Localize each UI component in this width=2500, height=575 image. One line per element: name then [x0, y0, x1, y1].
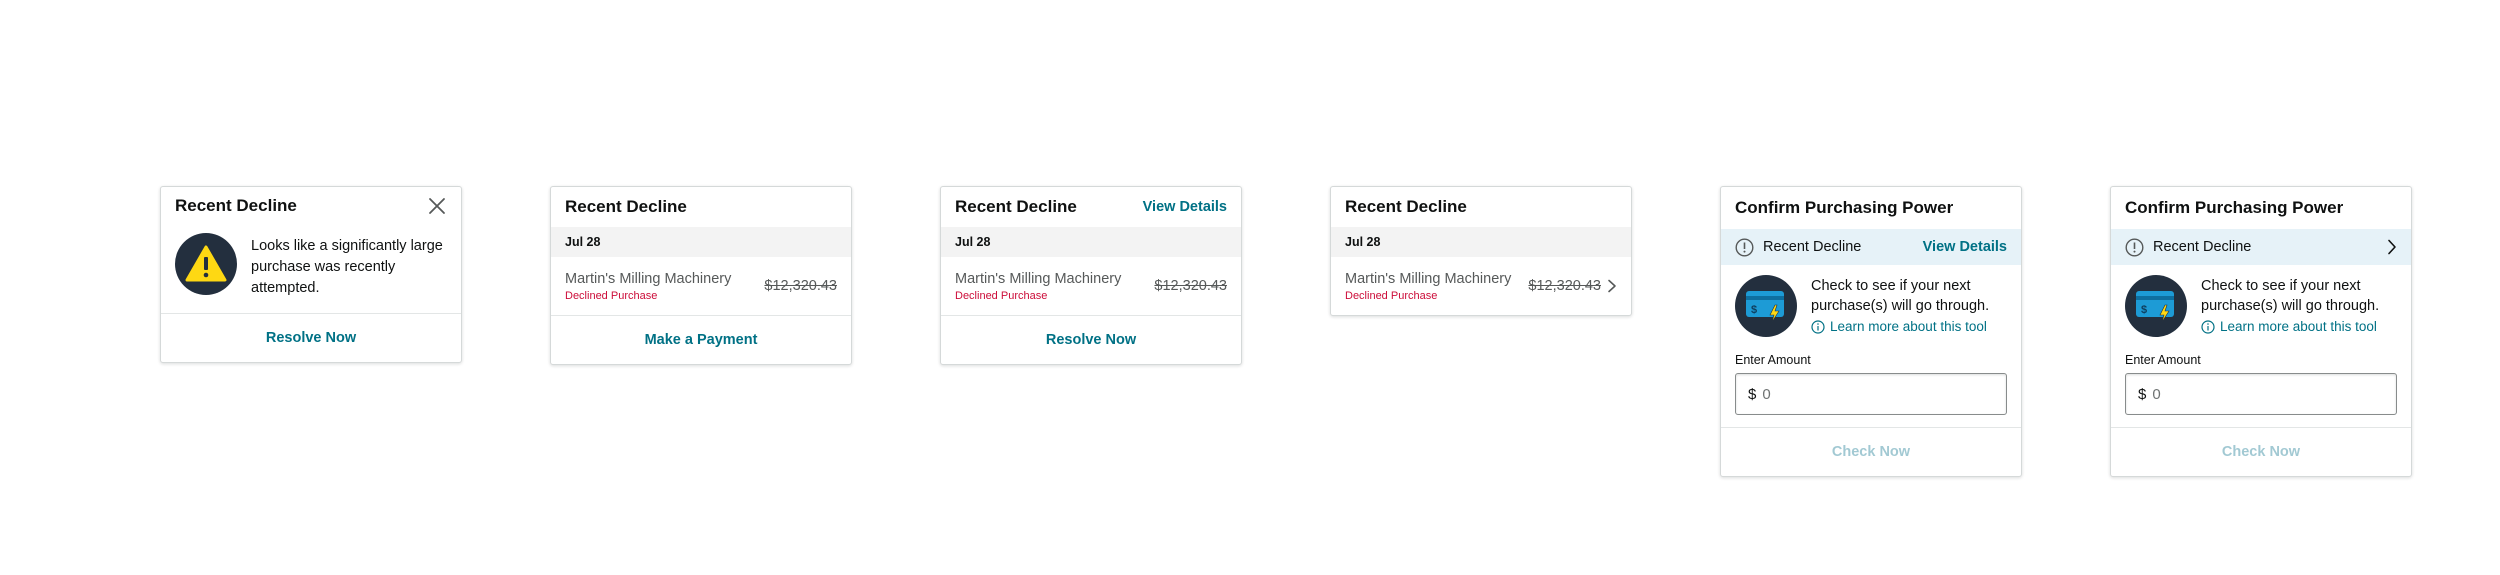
purchasing-power-description: Check to see if your next purchase(s) wi…: [2201, 278, 2380, 314]
info-icon: [2201, 319, 2215, 334]
declined-status: Declined Purchase: [565, 289, 658, 302]
amount-input[interactable]: [2152, 385, 2353, 403]
currency-symbol: $: [1748, 385, 1757, 403]
card-header: Recent Decline: [551, 187, 851, 227]
transaction-amount-group: $12,320.43: [764, 278, 837, 294]
check-now-button[interactable]: Check Now: [2222, 444, 2300, 460]
card-header: Recent Decline View Details: [941, 187, 1241, 227]
banner-text: Recent Decline: [1763, 239, 1862, 255]
learn-more-link[interactable]: Learn more about this tool: [1811, 319, 2007, 334]
purchasing-power-body: $ Check to see if your next purchase(s) …: [2111, 265, 2411, 337]
make-payment-button[interactable]: Make a Payment: [645, 332, 758, 348]
warning-icon: [175, 233, 237, 295]
transaction-row[interactable]: Martin's Milling Machinery Declined Purc…: [1331, 257, 1631, 315]
amount-label: Enter Amount: [1735, 353, 1811, 367]
card-header: Confirm Purchasing Power: [2111, 187, 2411, 229]
card-footer: Check Now: [1721, 427, 2021, 476]
amount-label: Enter Amount: [2125, 353, 2201, 367]
resolve-now-button[interactable]: Resolve Now: [1046, 332, 1136, 348]
banner-text: Recent Decline: [2153, 239, 2252, 255]
declined-status: Declined Purchase: [955, 289, 1048, 302]
recent-decline-alert-card: Recent Decline Looks like a significantl…: [160, 186, 462, 363]
card-footer: Check Now: [2111, 427, 2411, 476]
resolve-now-button[interactable]: Resolve Now: [266, 330, 356, 346]
svg-text:$: $: [2141, 304, 2147, 316]
svg-text:$: $: [1751, 304, 1757, 316]
date-row: Jul 28: [551, 227, 851, 257]
card-title: Recent Decline: [1345, 197, 1467, 216]
card-footer: Resolve Now: [941, 315, 1241, 364]
transaction-amount: $12,320.43: [1154, 278, 1227, 294]
merchant-name: Martin's Milling Machinery: [955, 270, 1122, 287]
transaction-info: Martin's Milling Machinery Declined Purc…: [565, 271, 731, 302]
card-footer: Resolve Now: [161, 313, 461, 362]
transaction-amount: $12,320.43: [1528, 278, 1601, 294]
currency-symbol: $: [2138, 385, 2147, 403]
credit-card-icon: $: [2125, 275, 2187, 337]
transaction-amount-group: $12,320.43: [1154, 278, 1227, 294]
transaction-amount: $12,320.43: [764, 278, 837, 294]
card-header: Recent Decline: [161, 187, 461, 225]
amount-input-wrapper[interactable]: $: [1735, 373, 2007, 415]
recent-decline-details-card: Recent Decline View Details Jul 28 Marti…: [940, 186, 1242, 365]
transaction-row[interactable]: Martin's Milling Machinery Declined Purc…: [551, 257, 851, 315]
credit-card-icon: $: [1735, 275, 1797, 337]
learn-more-link[interactable]: Learn more about this tool: [2201, 319, 2397, 334]
card-title: Recent Decline: [565, 197, 687, 216]
banner-left: Recent Decline: [2125, 237, 2252, 257]
warning-body: Looks like a significantly large purchas…: [161, 225, 461, 313]
transaction-amount-group: $12,320.43: [1528, 278, 1617, 294]
purchasing-power-card-chevron: Confirm Purchasing Power Recent Decline …: [2110, 186, 2412, 477]
purchasing-power-text: Check to see if your next purchase(s) wi…: [2201, 275, 2397, 337]
recent-decline-banner[interactable]: Recent Decline: [2111, 229, 2411, 265]
purchasing-power-card: Confirm Purchasing Power Recent Decline …: [1720, 186, 2022, 477]
chevron-right-icon[interactable]: [1607, 279, 1617, 293]
card-footer: Make a Payment: [551, 315, 851, 364]
check-now-button[interactable]: Check Now: [1832, 444, 1910, 460]
view-details-link[interactable]: View Details: [1923, 239, 2007, 255]
declined-status: Declined Purchase: [1345, 289, 1438, 302]
amount-input-wrapper[interactable]: $: [2125, 373, 2397, 415]
close-icon[interactable]: [427, 196, 447, 216]
date-row: Jul 28: [941, 227, 1241, 257]
view-details-link[interactable]: View Details: [1143, 199, 1227, 215]
transaction-row[interactable]: Martin's Milling Machinery Declined Purc…: [941, 257, 1241, 315]
learn-more-label: Learn more about this tool: [1830, 319, 1987, 334]
card-title: Recent Decline: [175, 196, 297, 215]
chevron-right-icon[interactable]: [2387, 239, 2397, 255]
merchant-name: Martin's Milling Machinery: [565, 270, 732, 287]
card-title: Confirm Purchasing Power: [2125, 198, 2344, 217]
purchasing-power-body: $ Check to see if your next purchase(s) …: [1721, 265, 2021, 337]
card-title: Confirm Purchasing Power: [1735, 198, 1954, 217]
date-row: Jul 28: [1331, 227, 1631, 257]
card-title: Recent Decline: [955, 197, 1077, 216]
amount-input[interactable]: [1762, 385, 1963, 403]
card-header: Recent Decline: [1331, 187, 1631, 227]
transaction-info: Martin's Milling Machinery Declined Purc…: [1345, 271, 1511, 302]
card-header: Confirm Purchasing Power: [1721, 187, 2021, 229]
banner-left: Recent Decline: [1735, 237, 1862, 257]
info-icon: [1811, 319, 1825, 334]
alert-circle-icon: [2125, 237, 2144, 257]
transaction-info: Martin's Milling Machinery Declined Purc…: [955, 271, 1121, 302]
purchasing-power-description: Check to see if your next purchase(s) wi…: [1811, 278, 1990, 314]
warning-message: Looks like a significantly large purchas…: [251, 238, 443, 296]
recent-decline-banner: Recent Decline View Details: [1721, 229, 2021, 265]
recent-decline-transaction-card: Recent Decline Jul 28 Martin's Milling M…: [550, 186, 852, 365]
recent-decline-compact-card: Recent Decline Jul 28 Martin's Milling M…: [1330, 186, 1632, 316]
purchasing-power-text: Check to see if your next purchase(s) wi…: [1811, 275, 2007, 337]
alert-circle-icon: [1735, 237, 1754, 257]
learn-more-label: Learn more about this tool: [2220, 319, 2377, 334]
merchant-name: Martin's Milling Machinery: [1345, 270, 1512, 287]
